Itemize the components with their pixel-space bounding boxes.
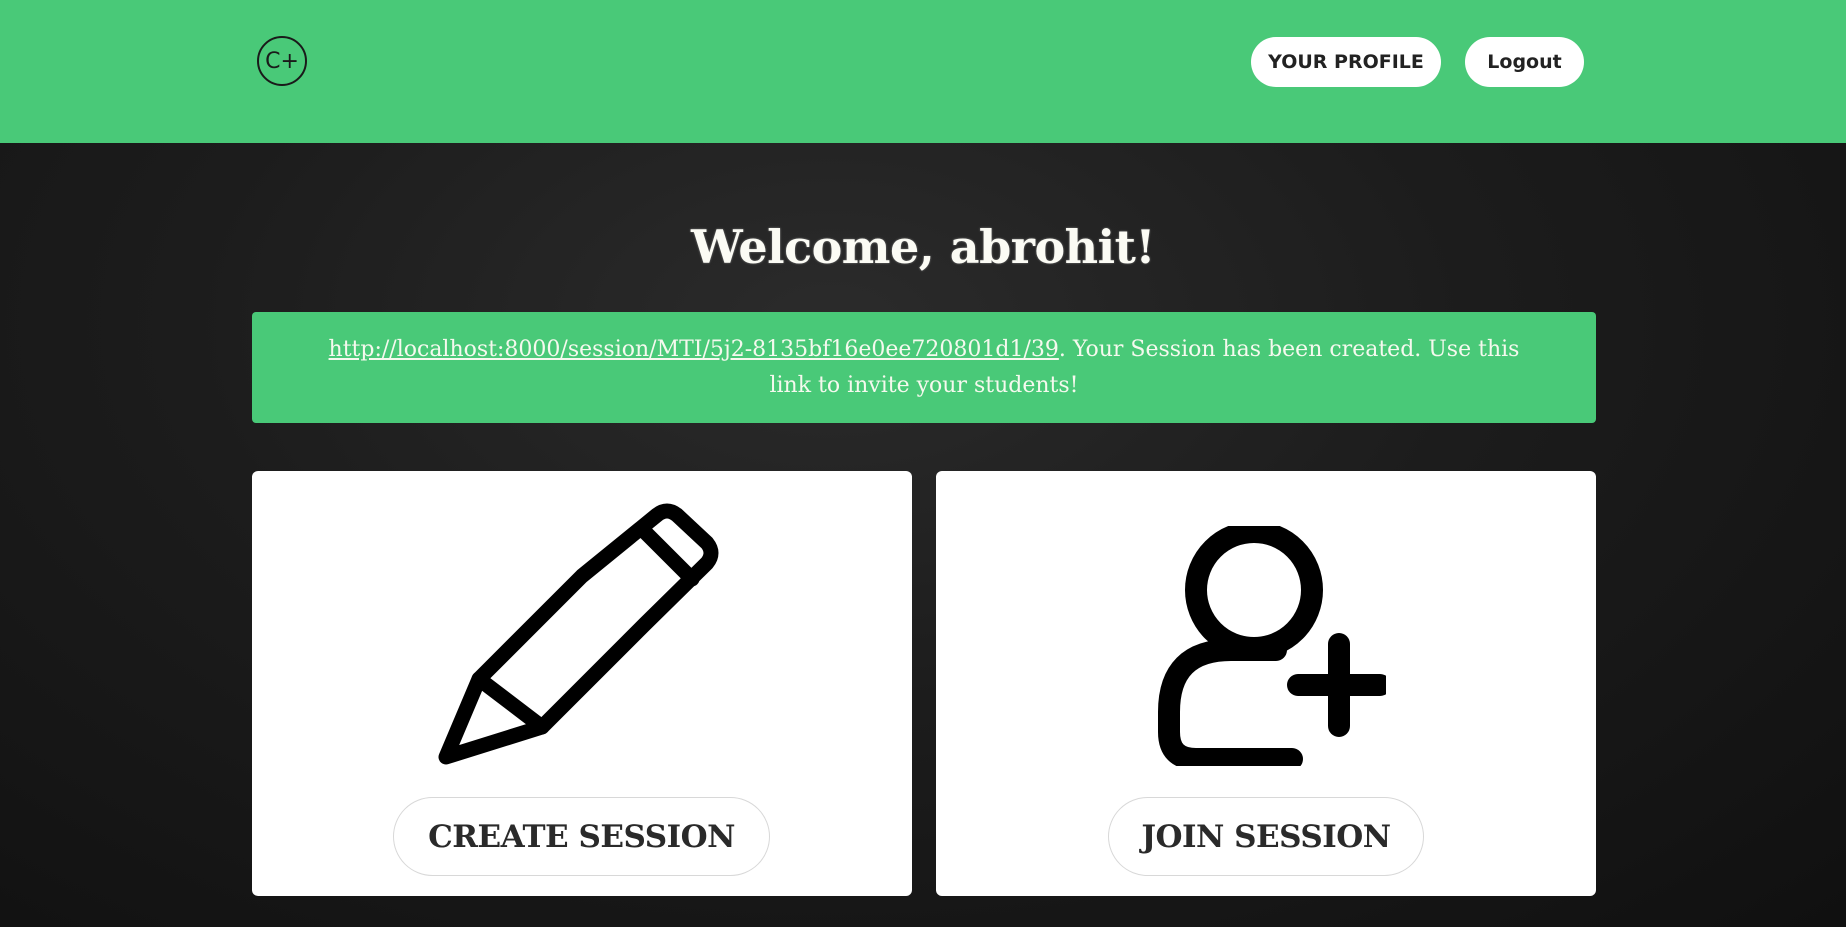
create-session-button[interactable]: CREATE SESSION — [393, 797, 770, 876]
top-navbar: C+ YOUR PROFILE Logout — [0, 0, 1846, 143]
session-created-alert: http://localhost:8000/session/MTI/5j2-81… — [252, 312, 1596, 423]
join-session-card[interactable]: JOIN SESSION — [936, 471, 1596, 896]
logout-button[interactable]: Logout — [1465, 37, 1584, 87]
create-session-card[interactable]: CREATE SESSION — [252, 471, 912, 896]
pencil-icon — [438, 503, 719, 765]
logo[interactable]: C+ — [257, 36, 307, 86]
add-user-icon — [1158, 526, 1386, 766]
your-profile-button[interactable]: YOUR PROFILE — [1251, 37, 1441, 87]
session-link[interactable]: http://localhost:8000/session/MTI/5j2-81… — [329, 337, 1059, 362]
welcome-heading: Welcome, abrohit! — [690, 220, 1156, 274]
join-session-button[interactable]: JOIN SESSION — [1108, 797, 1424, 876]
